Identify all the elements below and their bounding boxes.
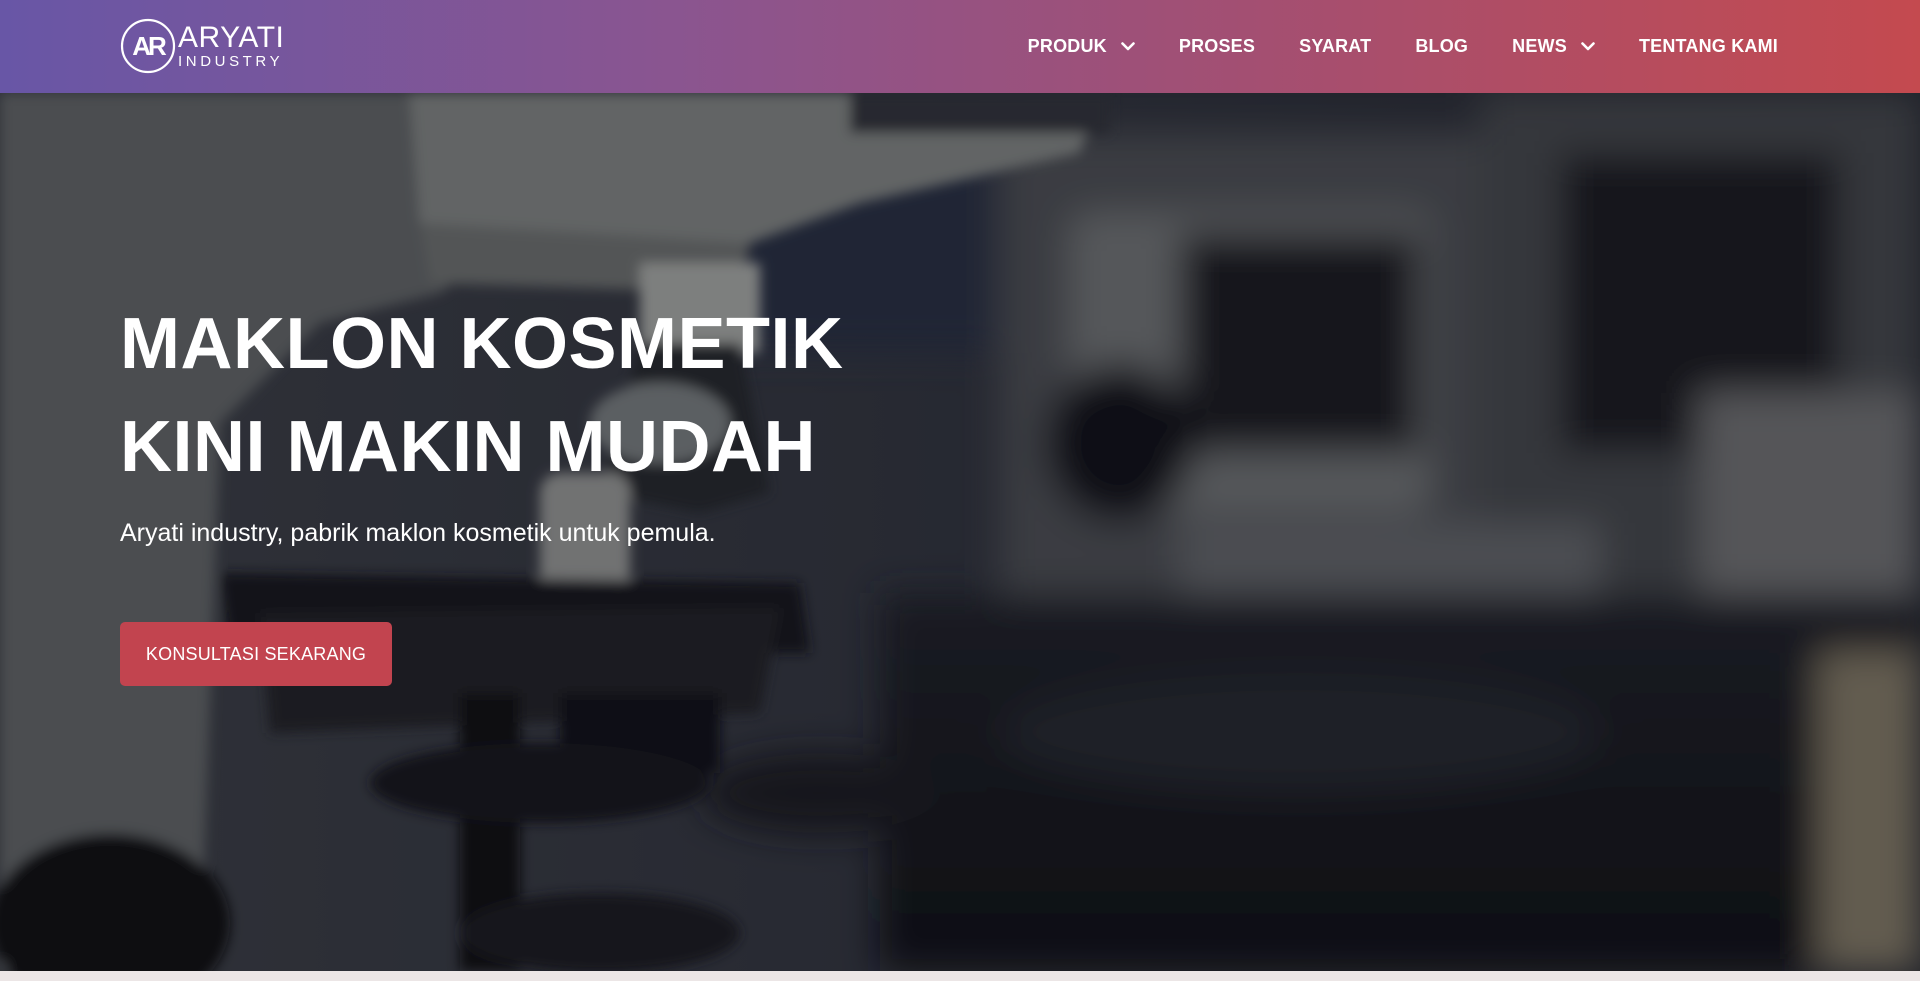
hero-content: MAKLON KOSMETIK KINI MAKIN MUDAH Aryati … — [120, 293, 1020, 686]
page: AR ARYATI INDUSTRY PRODUK PROSES SYARAT … — [0, 0, 1920, 981]
section-divider — [0, 971, 1920, 981]
nav-item-produk[interactable]: PRODUK — [1028, 36, 1135, 57]
brand-logo[interactable]: AR ARYATI INDUSTRY — [120, 18, 284, 74]
nav-item-label: TENTANG KAMI — [1638, 36, 1778, 56]
nav-item-label: BLOG — [1415, 36, 1469, 56]
hero-subtitle: Aryati industry, pabrik maklon kosmetik … — [120, 519, 716, 547]
consult-now-button[interactable]: KONSULTASI SEKARANG — [120, 622, 392, 686]
hero-title-line-2: KINI MAKIN MUDAH — [120, 407, 816, 487]
site-header: AR ARYATI INDUSTRY PRODUK PROSES SYARAT … — [0, 0, 1920, 93]
hero-section: MAKLON KOSMETIK KINI MAKIN MUDAH Aryati … — [0, 93, 1920, 971]
brand-name: ARYATI — [178, 21, 285, 54]
nav-item-tentang-kami[interactable]: TENTANG KAMI — [1639, 36, 1778, 57]
nav-item-label: SYARAT — [1299, 36, 1372, 56]
nav-item-blog[interactable]: BLOG — [1415, 36, 1468, 57]
main-nav: PRODUK PROSES SYARAT BLOG NEWS TENTANG K… — [1028, 0, 1778, 93]
nav-item-proses[interactable]: PROSES — [1179, 36, 1255, 57]
nav-item-syarat[interactable]: SYARAT — [1299, 36, 1371, 57]
chevron-down-icon — [1581, 42, 1595, 51]
hero-title-line-1: MAKLON KOSMETIK — [120, 304, 844, 384]
nav-item-label: PROSES — [1178, 36, 1256, 56]
nav-item-news[interactable]: NEWS — [1512, 36, 1595, 57]
logo-mark-text: AR — [132, 31, 167, 61]
hero-title: MAKLON KOSMETIK KINI MAKIN MUDAH — [120, 293, 1020, 499]
brand-tagline: INDUSTRY — [178, 53, 284, 70]
nav-item-label: NEWS — [1512, 36, 1567, 56]
logo-text: ARYATI INDUSTRY — [178, 21, 285, 70]
chevron-down-icon — [1121, 42, 1135, 51]
nav-item-label: PRODUK — [1027, 36, 1107, 56]
ar-monogram-circle-icon: AR — [120, 18, 176, 74]
